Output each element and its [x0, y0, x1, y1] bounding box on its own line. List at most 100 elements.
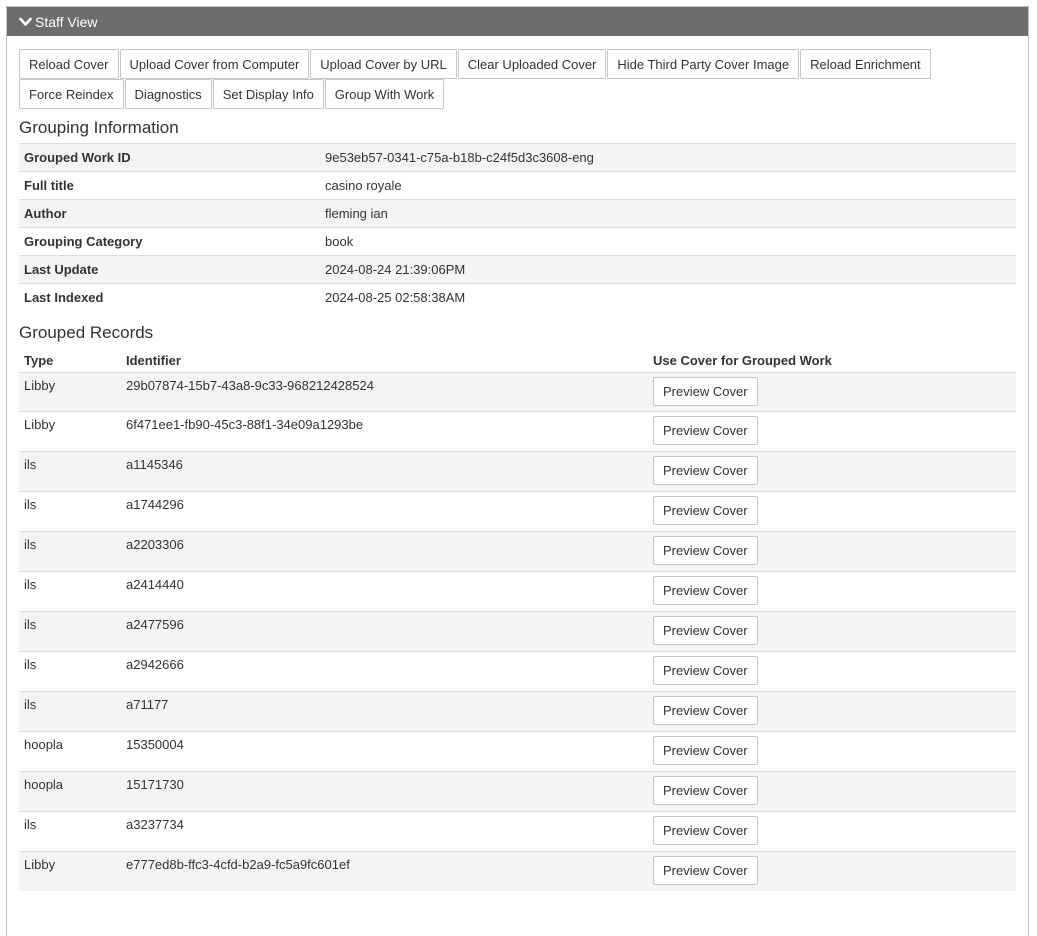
preview-cover-button[interactable]: Preview Cover	[653, 696, 758, 725]
info-value: 2024-08-24 21:39:06PM	[320, 255, 1016, 284]
preview-cover-button[interactable]: Preview Cover	[653, 496, 758, 525]
table-row: hoopla 15350004 Preview Cover	[19, 731, 1016, 772]
info-label: Grouping Category	[19, 227, 320, 256]
record-identifier: 15171730	[121, 771, 648, 812]
reload-enrichment-button[interactable]: Reload Enrichment	[800, 49, 931, 79]
info-row: Last Indexed 2024-08-25 02:58:38AM	[19, 283, 1016, 311]
preview-cover-button[interactable]: Preview Cover	[653, 856, 758, 885]
record-identifier: 6f471ee1-fb90-45c3-88f1-34e09a1293be	[121, 411, 648, 452]
record-identifier: a2414440	[121, 571, 648, 612]
table-row: Libby e777ed8b-ffc3-4cfd-b2a9-fc5a9fc601e…	[19, 851, 1016, 891]
record-cover-cell: Preview Cover	[648, 731, 1016, 772]
staff-view-toggle[interactable]: Staff View	[7, 7, 1028, 36]
record-type: ils	[19, 651, 121, 692]
records-header-row: Type Identifier Use Cover for Grouped Wo…	[19, 348, 1016, 373]
record-cover-cell: Preview Cover	[648, 411, 1016, 452]
clear-uploaded-cover-button[interactable]: Clear Uploaded Cover	[457, 49, 607, 79]
table-row: ils a2414440 Preview Cover	[19, 571, 1016, 612]
info-value: 9e53eb57-0341-c75a-b18b-c24f5d3c3608-eng	[320, 143, 1016, 172]
table-row: ils a1744296 Preview Cover	[19, 491, 1016, 532]
chevron-down-icon	[19, 17, 32, 26]
info-value: 2024-08-25 02:58:38AM	[320, 283, 1016, 311]
upload-cover-by-url-button[interactable]: Upload Cover by URL	[310, 49, 457, 79]
preview-cover-button[interactable]: Preview Cover	[653, 377, 758, 406]
preview-cover-button[interactable]: Preview Cover	[653, 736, 758, 765]
record-identifier: a71177	[121, 691, 648, 732]
identifier-column-header: Identifier	[126, 352, 181, 368]
preview-cover-button[interactable]: Preview Cover	[653, 816, 758, 845]
grouping-information-heading: Grouping Information	[19, 118, 179, 137]
record-type: hoopla	[19, 771, 121, 812]
staff-view-panel: Staff View Reload Cover Upload Cover fro…	[6, 6, 1029, 936]
record-cover-cell: Preview Cover	[648, 851, 1016, 891]
record-identifier: a2203306	[121, 531, 648, 572]
preview-cover-button[interactable]: Preview Cover	[653, 416, 758, 445]
table-row: ils a2477596 Preview Cover	[19, 611, 1016, 652]
table-row: hoopla 15171730 Preview Cover	[19, 771, 1016, 812]
record-cover-cell: Preview Cover	[648, 571, 1016, 612]
record-type: Libby	[19, 372, 121, 412]
preview-cover-button[interactable]: Preview Cover	[653, 656, 758, 685]
record-cover-cell: Preview Cover	[648, 811, 1016, 852]
record-cover-cell: Preview Cover	[648, 491, 1016, 532]
records-body: Libby 29b07874-15b7-43a8-9c33-96821242852…	[19, 372, 1016, 891]
record-identifier: 15350004	[121, 731, 648, 772]
info-row: Full title casino royale	[19, 171, 1016, 200]
info-label: Last Indexed	[19, 283, 320, 311]
record-cover-cell: Preview Cover	[648, 691, 1016, 732]
panel-title: Staff View	[35, 13, 98, 30]
diagnostics-button[interactable]: Diagnostics	[124, 79, 212, 109]
record-type: ils	[19, 571, 121, 612]
record-cover-cell: Preview Cover	[648, 531, 1016, 572]
reload-cover-button[interactable]: Reload Cover	[19, 49, 119, 79]
force-reindex-button[interactable]: Force Reindex	[19, 79, 124, 109]
preview-cover-button[interactable]: Preview Cover	[653, 616, 758, 645]
type-column-header: Type	[24, 352, 54, 368]
info-row: Grouping Category book	[19, 227, 1016, 256]
info-label: Grouped Work ID	[19, 143, 320, 172]
record-type: ils	[19, 531, 121, 572]
record-type: hoopla	[19, 731, 121, 772]
preview-cover-button[interactable]: Preview Cover	[653, 536, 758, 565]
record-type: ils	[19, 611, 121, 652]
table-row: Libby 6f471ee1-fb90-45c3-88f1-34e09a1293b…	[19, 411, 1016, 452]
record-cover-cell: Preview Cover	[648, 771, 1016, 812]
set-display-info-button[interactable]: Set Display Info	[212, 79, 324, 109]
info-value: book	[320, 227, 1016, 256]
record-type: ils	[19, 691, 121, 732]
preview-cover-button[interactable]: Preview Cover	[653, 576, 758, 605]
record-cover-cell: Preview Cover	[648, 611, 1016, 652]
record-identifier: 29b07874-15b7-43a8-9c33-968212428524	[121, 372, 648, 412]
panel-body: Reload Cover Upload Cover from Computer …	[7, 36, 1028, 891]
record-type: Libby	[19, 411, 121, 452]
info-row: Last Update 2024-08-24 21:39:06PM	[19, 255, 1016, 284]
grouped-records-heading: Grouped Records	[19, 323, 154, 342]
record-cover-cell: Preview Cover	[648, 651, 1016, 692]
record-type: Libby	[19, 851, 121, 891]
table-row: ils a2203306 Preview Cover	[19, 531, 1016, 572]
record-type: ils	[19, 491, 121, 532]
record-cover-cell: Preview Cover	[648, 372, 1016, 412]
table-row: Libby 29b07874-15b7-43a8-9c33-96821242852…	[19, 372, 1016, 412]
preview-cover-button[interactable]: Preview Cover	[653, 776, 758, 805]
info-label: Last Update	[19, 255, 320, 284]
info-value: fleming ian	[320, 199, 1016, 228]
group-with-work-button[interactable]: Group With Work	[324, 79, 445, 109]
table-row: ils a3237734 Preview Cover	[19, 811, 1016, 852]
record-identifier: a3237734	[121, 811, 648, 852]
hide-third-party-cover-button[interactable]: Hide Third Party Cover Image	[607, 49, 800, 79]
record-identifier: a1744296	[121, 491, 648, 532]
info-row: Author fleming ian	[19, 199, 1016, 228]
record-type: ils	[19, 811, 121, 852]
info-row: Grouped Work ID 9e53eb57-0341-c75a-b18b-…	[19, 143, 1016, 172]
table-row: ils a71177 Preview Cover	[19, 691, 1016, 732]
record-identifier: e777ed8b-ffc3-4cfd-b2a9-fc5a9fc601ef	[121, 851, 648, 891]
cover-column-header: Use Cover for Grouped Work	[653, 352, 832, 368]
grouped-records-table: Type Identifier Use Cover for Grouped Wo…	[19, 348, 1016, 891]
staff-toolbar: Reload Cover Upload Cover from Computer …	[19, 49, 979, 109]
info-value: casino royale	[320, 171, 1016, 200]
record-identifier: a2477596	[121, 611, 648, 652]
upload-cover-from-computer-button[interactable]: Upload Cover from Computer	[119, 49, 310, 79]
info-label: Author	[19, 199, 320, 228]
preview-cover-button[interactable]: Preview Cover	[653, 456, 758, 485]
